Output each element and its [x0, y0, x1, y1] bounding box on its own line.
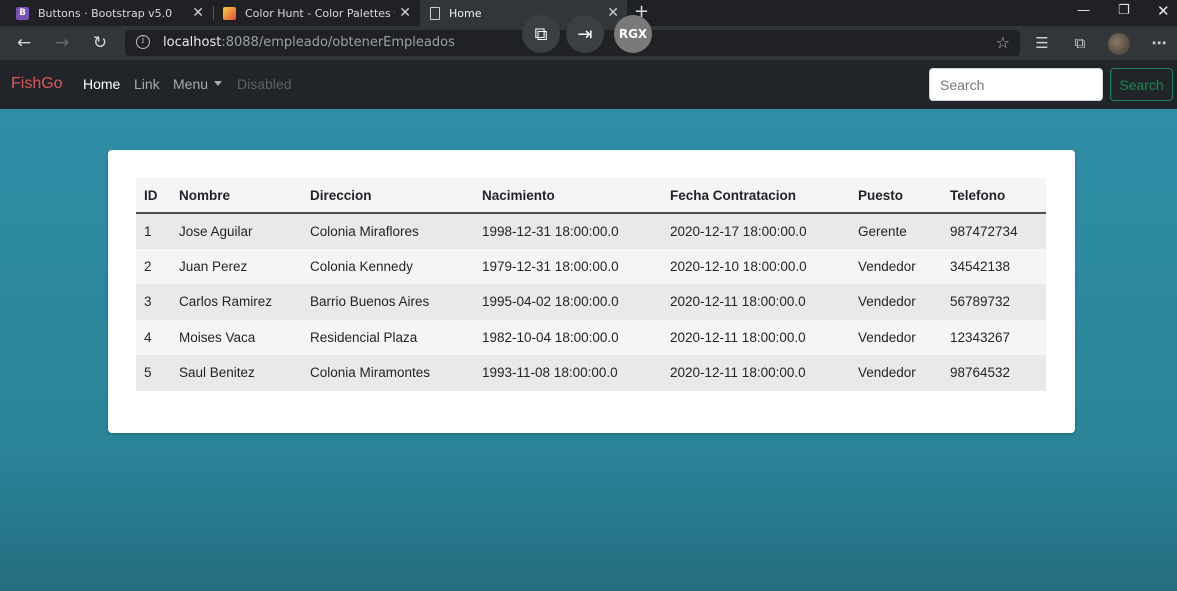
table-cell: 3: [136, 284, 171, 320]
table-cell: 2020-12-11 18:00:00.0: [662, 284, 850, 320]
copy-overlay-icon[interactable]: ⧉: [522, 15, 560, 53]
table-cell: Colonia Miramontes: [302, 355, 474, 391]
reload-icon[interactable]: ↻: [89, 32, 111, 54]
table-cell: Barrio Buenos Aires: [302, 284, 474, 320]
table-row: 1 Jose Aguilar Colonia Miraflores 1998-12-3…: [136, 213, 1046, 249]
url-path: :8088/empleado/obtenerEmpleados: [221, 35, 455, 50]
profile-avatar[interactable]: [1108, 33, 1130, 55]
table-cell: 4: [136, 319, 171, 355]
table-row: 3 Carlos Ramirez Barrio Buenos Aires 1995-0…: [136, 284, 1046, 320]
table-body: 1 Jose Aguilar Colonia Miraflores 1998-12-3…: [136, 213, 1046, 391]
table-cell: 2020-12-11 18:00:00.0: [662, 319, 850, 355]
back-arrow-icon[interactable]: ←: [13, 32, 35, 54]
table-cell: Carlos Ramirez: [171, 284, 302, 320]
close-icon[interactable]: ✕: [607, 5, 619, 21]
close-icon[interactable]: ✕: [399, 5, 411, 21]
colorhunt-icon: [223, 6, 236, 20]
window-close-icon[interactable]: ✕: [1157, 2, 1170, 20]
tab-bootstrap-buttons[interactable]: B Buttons · Bootstrap v5.0 ✕: [0, 0, 212, 26]
table-cell: Residencial Plaza: [302, 319, 474, 355]
table-cell: 56789732: [942, 284, 1046, 320]
table-cell: 5: [136, 355, 171, 391]
table-cell: 2020-12-10 18:00:00.0: [662, 248, 850, 284]
more-menu-icon[interactable]: ⋯: [1148, 32, 1170, 54]
nav-menu-dropdown[interactable]: Menu: [173, 76, 223, 92]
column-header: Nacimiento: [474, 178, 662, 214]
column-header: Telefono: [942, 178, 1046, 214]
table-cell: Saul Benitez: [171, 355, 302, 391]
search-button[interactable]: Search: [1110, 68, 1173, 101]
bootstrap-icon: B: [16, 6, 29, 20]
restore-icon[interactable]: ❐: [1118, 3, 1130, 18]
table-cell: Vendedor: [850, 355, 942, 391]
table-cell: 34542138: [942, 248, 1046, 284]
column-header: Puesto: [850, 178, 942, 214]
nav-link[interactable]: Link: [134, 76, 160, 92]
url-text[interactable]: localhost:8088/empleado/obtenerEmpleados: [163, 35, 455, 50]
tab-label: Buttons · Bootstrap v5.0: [38, 6, 173, 20]
table-row: 5 Saul Benitez Colonia Miramontes 1993-11-0…: [136, 355, 1046, 391]
app-navbar: FishGo Home Link Menu Disabled Search: [0, 60, 1177, 109]
search-input[interactable]: [929, 68, 1103, 101]
table-cell: Gerente: [850, 213, 942, 249]
table-cell: 2020-12-17 18:00:00.0: [662, 213, 850, 249]
table-cell: 2020-12-11 18:00:00.0: [662, 355, 850, 391]
url-host: localhost: [163, 35, 222, 50]
nav-menu-label: Menu: [173, 76, 209, 92]
column-header: Direccion: [302, 178, 474, 214]
minimize-icon[interactable]: —: [1077, 3, 1090, 18]
chevron-down-icon: [214, 81, 223, 86]
rgx-overlay-button[interactable]: RGX: [614, 15, 652, 53]
table-row: 4 Moises Vaca Residencial Plaza 1982-10-04 …: [136, 319, 1046, 355]
table-cell: 1979-12-31 18:00:00.0: [474, 248, 662, 284]
table-header-row: ID Nombre Direccion Nacimiento Fecha Contrat…: [136, 178, 1046, 214]
favorites-list-icon[interactable]: ☰: [1031, 32, 1053, 54]
table-cell: Moises Vaca: [171, 319, 302, 355]
tab-label: Home: [449, 6, 482, 20]
forward-arrow-icon[interactable]: →: [51, 32, 73, 54]
table-cell: 1: [136, 213, 171, 249]
table-cell: 98764532: [942, 355, 1046, 391]
table-cell: Colonia Miraflores: [302, 213, 474, 249]
table-cell: 1982-10-04 18:00:00.0: [474, 319, 662, 355]
tab-label: Color Hunt - Color Palettes for D: [245, 6, 395, 20]
table-cell: Juan Perez: [171, 248, 302, 284]
table-cell: 1993-11-08 18:00:00.0: [474, 355, 662, 391]
favorite-star-icon[interactable]: ☆: [996, 33, 1010, 52]
table-cell: 2: [136, 248, 171, 284]
table-cell: Vendedor: [850, 319, 942, 355]
table-row: 2 Juan Perez Colonia Kennedy 1979-12-31 18:…: [136, 248, 1046, 284]
column-header: Nombre: [171, 178, 302, 214]
column-header: Fecha Contratacion: [662, 178, 850, 214]
table-cell: Colonia Kennedy: [302, 248, 474, 284]
employees-table: ID Nombre Direccion Nacimiento Fecha Contrat…: [136, 178, 1046, 391]
close-icon[interactable]: ✕: [192, 5, 204, 21]
page-icon: [430, 6, 440, 20]
table-cell: 1998-12-31 18:00:00.0: [474, 213, 662, 249]
column-header: ID: [136, 178, 171, 214]
nav-disabled: Disabled: [237, 76, 292, 92]
table-header: ID Nombre Direccion Nacimiento Fecha Contrat…: [136, 178, 1046, 214]
login-overlay-icon[interactable]: ⇥: [566, 15, 604, 53]
navbar-brand[interactable]: FishGo: [11, 75, 63, 93]
employees-card: ID Nombre Direccion Nacimiento Fecha Contrat…: [108, 150, 1075, 433]
tab-color-hunt[interactable]: Color Hunt - Color Palettes for D ✕: [214, 0, 419, 26]
table-cell: 1995-04-02 18:00:00.0: [474, 284, 662, 320]
table-cell: 987472734: [942, 213, 1046, 249]
table-cell: Vendedor: [850, 248, 942, 284]
info-icon[interactable]: i: [136, 35, 150, 49]
table-cell: Vendedor: [850, 284, 942, 320]
nav-home[interactable]: Home: [83, 76, 120, 92]
table-cell: Jose Aguilar: [171, 213, 302, 249]
table-cell: 12343267: [942, 319, 1046, 355]
collections-icon[interactable]: ⧉: [1069, 32, 1091, 54]
